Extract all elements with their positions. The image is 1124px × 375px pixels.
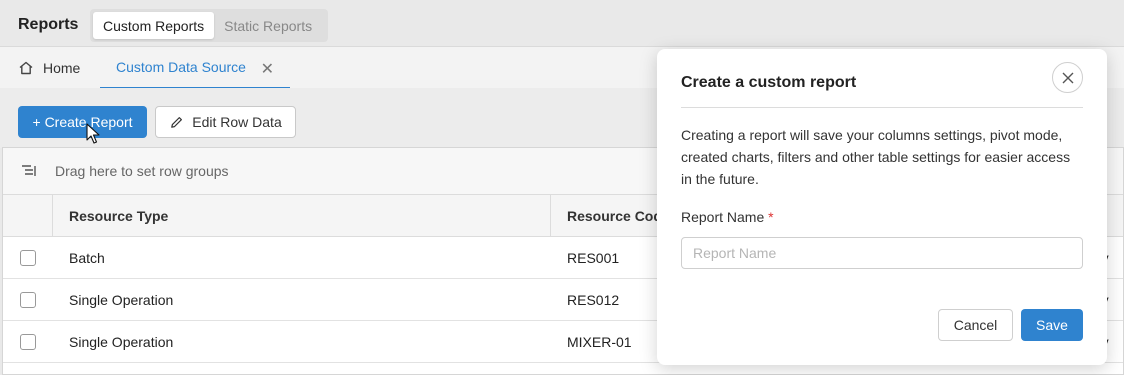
top-bar: Reports Custom Reports Static Reports bbox=[0, 0, 1124, 46]
row-select bbox=[3, 279, 53, 320]
segment-custom-reports[interactable]: Custom Reports bbox=[93, 12, 215, 39]
required-indicator: * bbox=[768, 209, 774, 225]
cursor-icon bbox=[86, 123, 100, 144]
dialog-close-button[interactable] bbox=[1052, 62, 1083, 93]
cell-resource-type: Single Operation bbox=[69, 291, 174, 308]
close-icon[interactable]: ✕ bbox=[261, 59, 274, 79]
report-name-input[interactable] bbox=[681, 237, 1083, 269]
edit-row-data-label: Edit Row Data bbox=[192, 114, 282, 130]
cell-resource-type: Single Operation bbox=[69, 333, 174, 350]
report-name-label: Report Name * bbox=[681, 209, 774, 225]
tab-custom-data-source-label: Custom Data Source bbox=[116, 59, 246, 75]
edit-row-data-button[interactable]: Edit Row Data bbox=[155, 106, 296, 138]
tab-home[interactable]: Home bbox=[18, 47, 80, 89]
dialog-description: Creating a report will save your columns… bbox=[681, 127, 1071, 187]
row-checkbox[interactable] bbox=[20, 249, 36, 266]
row-select bbox=[3, 321, 53, 362]
row-checkbox[interactable] bbox=[20, 333, 36, 350]
create-report-dialog: Create a custom report Creating a report… bbox=[657, 49, 1107, 365]
dialog-title: Create a custom report bbox=[681, 74, 857, 91]
create-report-button[interactable]: + Create Report bbox=[18, 106, 147, 138]
tab-custom-data-source[interactable]: Custom Data Source ✕ bbox=[100, 47, 290, 89]
report-name-label-text: Report Name bbox=[681, 209, 765, 225]
segment-static-reports[interactable]: Static Reports bbox=[214, 12, 322, 39]
close-icon bbox=[1062, 72, 1073, 83]
row-checkbox[interactable] bbox=[20, 291, 36, 308]
home-icon bbox=[19, 61, 33, 75]
app-title: Reports bbox=[18, 16, 79, 33]
cell-resource-type: Batch bbox=[69, 249, 105, 266]
tab-home-label: Home bbox=[43, 60, 81, 76]
row-group-placeholder: Drag here to set row groups bbox=[55, 163, 229, 179]
pencil-icon bbox=[171, 116, 183, 128]
cancel-button[interactable]: Cancel bbox=[938, 309, 1013, 341]
header-resource-type[interactable]: Resource Type bbox=[53, 195, 551, 236]
dialog-divider bbox=[681, 107, 1083, 108]
report-type-switch: Custom Reports Static Reports bbox=[90, 9, 328, 42]
row-group-icon bbox=[22, 165, 36, 176]
save-button[interactable]: Save bbox=[1021, 309, 1083, 341]
row-select bbox=[3, 237, 53, 278]
header-select-column bbox=[3, 195, 53, 236]
